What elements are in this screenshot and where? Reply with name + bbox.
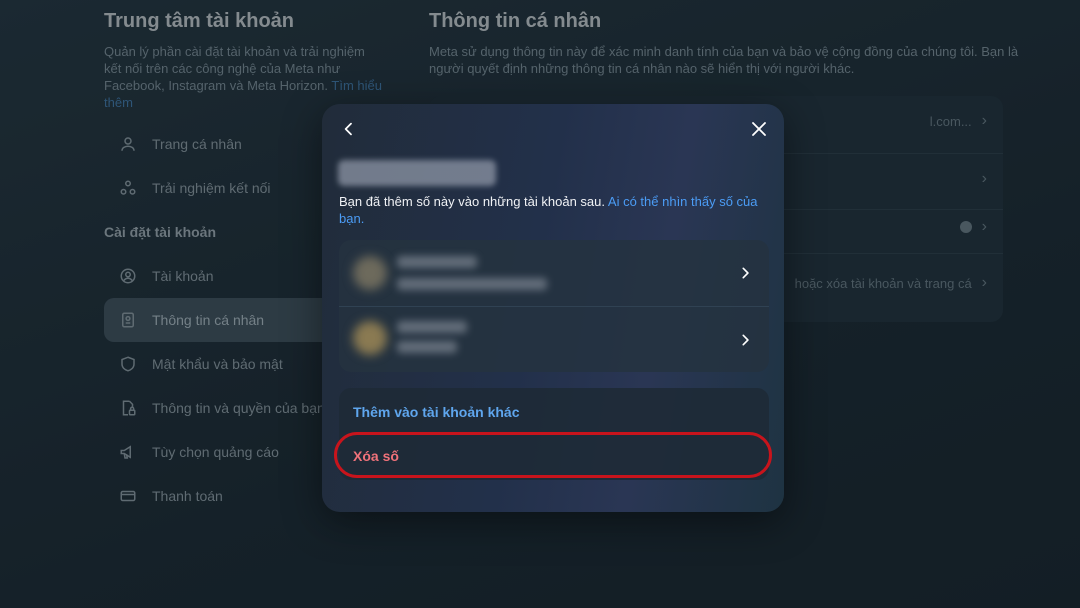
chevron-right-icon bbox=[735, 330, 755, 350]
linked-account-row[interactable] bbox=[339, 240, 769, 306]
account-detail-blurred bbox=[397, 278, 547, 290]
linked-account-row[interactable] bbox=[339, 307, 769, 372]
dialog-description-text: Bạn đã thêm số này vào những tài khoản s… bbox=[339, 194, 605, 209]
chevron-left-icon bbox=[341, 121, 357, 142]
add-to-other-account-button[interactable]: Thêm vào tài khoản khác bbox=[339, 390, 769, 434]
close-icon bbox=[750, 120, 768, 143]
back-button[interactable] bbox=[334, 116, 364, 146]
close-button[interactable] bbox=[744, 116, 774, 146]
phone-number-dialog: Bạn đã thêm số này vào những tài khoản s… bbox=[322, 104, 784, 512]
phone-actions-card: Thêm vào tài khoản khác Xóa số bbox=[339, 388, 769, 480]
avatar bbox=[353, 321, 387, 355]
phone-number-blurred bbox=[338, 160, 496, 186]
delete-number-button[interactable]: Xóa số bbox=[339, 434, 769, 478]
account-name-blurred bbox=[397, 256, 477, 268]
avatar bbox=[353, 256, 387, 290]
linked-accounts-list bbox=[339, 240, 769, 372]
account-detail-blurred bbox=[397, 341, 457, 353]
chevron-right-icon bbox=[735, 263, 755, 283]
dialog-description: Bạn đã thêm số này vào những tài khoản s… bbox=[339, 193, 769, 227]
account-name-blurred bbox=[397, 321, 467, 333]
